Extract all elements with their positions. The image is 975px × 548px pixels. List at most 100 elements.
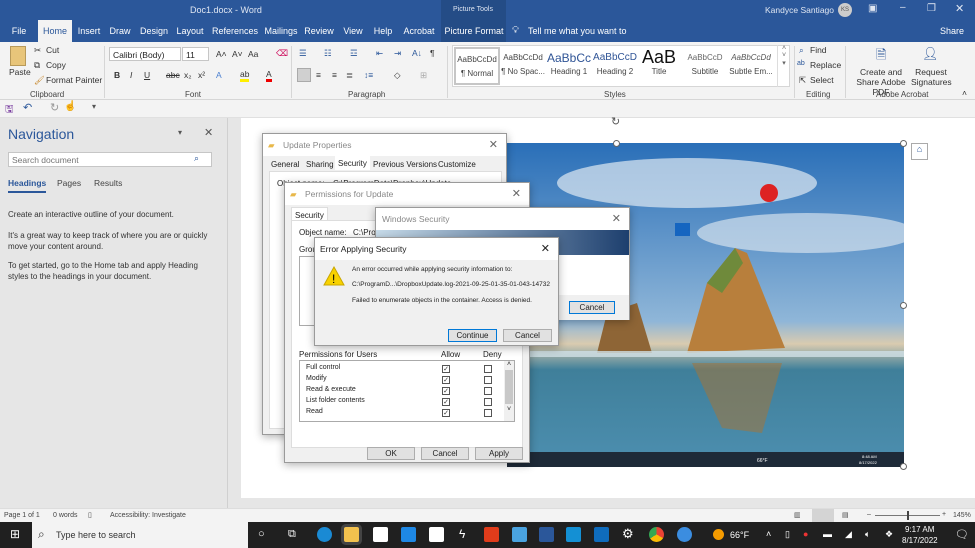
search-document-input[interactable] [8, 152, 212, 167]
allow-checkbox[interactable]: ✓ [442, 398, 450, 406]
continue-button[interactable]: Continue [448, 329, 497, 342]
tab-references[interactable]: References [210, 20, 260, 42]
proofing-icon[interactable]: ▯ [88, 511, 92, 519]
clear-formatting-icon[interactable]: ⌫ [276, 48, 288, 59]
notifications-icon[interactable]: 🗨︎ [955, 528, 969, 541]
chrome-icon[interactable] [649, 527, 664, 542]
style-normal[interactable]: AaBbCcDd ¶ Normal [454, 47, 500, 85]
paste-button[interactable]: Paste [9, 67, 31, 77]
styles-scroll[interactable]: ˄ ˅ ▾ [777, 45, 790, 87]
style-subtle-emphasis[interactable]: AaBbCcDd Subtle Em... [728, 47, 774, 85]
deny-checkbox[interactable] [484, 387, 492, 395]
share-button[interactable]: Share [932, 20, 972, 42]
page-count[interactable]: Page 1 of 1 [4, 512, 40, 519]
strikethrough-icon[interactable]: abc [166, 70, 180, 80]
pilcrow-icon[interactable]: ¶ [430, 48, 435, 58]
accessibility-status[interactable]: Accessibility: Investigate [110, 512, 186, 519]
resize-handle[interactable] [900, 302, 907, 309]
tab-general[interactable]: General [271, 160, 299, 169]
allow-checkbox[interactable]: ✓ [442, 387, 450, 395]
replace-button[interactable]: Replace [810, 60, 841, 70]
tab-picture-format[interactable]: Picture Format [443, 20, 505, 42]
subscript-icon[interactable]: x₂ [184, 70, 192, 80]
app-icon[interactable]: ϟ [459, 527, 465, 541]
avatar[interactable]: KS [838, 3, 852, 17]
show-hidden-icons[interactable]: ˄ [766, 529, 771, 539]
shrink-font-icon[interactable]: A˅ [232, 49, 243, 59]
word-icon[interactable] [539, 527, 554, 542]
resize-handle[interactable] [900, 463, 907, 470]
outlook-icon[interactable] [594, 527, 609, 542]
taskbar-search[interactable]: ⌕ Type here to search [32, 522, 248, 548]
tab-headings[interactable]: Headings [8, 178, 47, 193]
amazon-icon[interactable] [429, 527, 444, 542]
bold-icon[interactable]: B [114, 70, 120, 80]
justify-icon[interactable]: ≣ [346, 70, 353, 81]
cancel-button[interactable]: Cancel [421, 447, 469, 460]
style-heading-2[interactable]: AaBbCcD Heading 2 [592, 47, 638, 85]
print-layout-icon[interactable] [812, 509, 834, 522]
text-effects-icon[interactable]: A [216, 70, 222, 80]
deny-checkbox[interactable] [484, 409, 492, 417]
cancel-button[interactable]: Cancel [569, 301, 615, 314]
tab-help[interactable]: Help [370, 20, 396, 42]
allow-checkbox[interactable]: ✓ [442, 376, 450, 384]
zoom-level[interactable]: 145% [953, 512, 971, 519]
close-button[interactable]: ✕ [955, 2, 964, 15]
allow-checkbox[interactable]: ✓ [442, 409, 450, 417]
scrollbar[interactable]: ˄ ˅ [504, 361, 514, 421]
tab-customize[interactable]: Customize [438, 160, 476, 169]
align-center-icon[interactable]: ≡ [316, 70, 321, 80]
clock-time[interactable]: 9:17 AM [905, 525, 934, 534]
format-painter-button[interactable]: Format Painter [46, 75, 102, 85]
tray-icon[interactable]: ● [803, 529, 808, 539]
increase-indent-icon[interactable]: ⇥ [394, 48, 401, 59]
grow-font-icon[interactable]: A˄ [216, 49, 227, 59]
copy-button[interactable]: Copy [46, 60, 66, 70]
zoom-out-button[interactable]: – [867, 511, 871, 518]
tab-draw[interactable]: Draw [106, 20, 134, 42]
ok-button[interactable]: OK [367, 447, 415, 460]
numbering-icon[interactable]: ☷ [324, 48, 332, 59]
tray-icon[interactable]: ▯ [785, 529, 790, 540]
tab-pages[interactable]: Pages [57, 178, 81, 188]
style-heading-1[interactable]: AaBbCc Heading 1 [546, 47, 592, 85]
request-signatures-button[interactable]: Request Signatures [911, 67, 952, 87]
superscript-icon[interactable]: x² [198, 70, 205, 80]
layout-options-icon[interactable]: ⌂ [911, 143, 928, 160]
tab-review[interactable]: Review [304, 20, 334, 42]
borders-icon[interactable]: ⊞ [420, 70, 427, 81]
deny-checkbox[interactable] [484, 365, 492, 373]
tab-mailings[interactable]: Mailings [262, 20, 300, 42]
windows-start-icon[interactable]: ⊞ [10, 527, 20, 541]
task-view-icon[interactable]: ⧉ [288, 528, 296, 541]
office-icon[interactable] [484, 527, 499, 542]
zoom-slider-thumb[interactable] [907, 511, 909, 520]
align-right-icon[interactable]: ≡ [332, 70, 337, 80]
file-explorer-icon[interactable] [344, 527, 359, 542]
decrease-indent-icon[interactable]: ⇤ [376, 48, 383, 59]
tab-acrobat[interactable]: Acrobat [400, 20, 438, 42]
resize-handle[interactable] [613, 140, 620, 147]
bullets-icon[interactable]: ☰ [299, 48, 307, 59]
tab-sharing[interactable]: Sharing [306, 160, 334, 169]
font-family-select[interactable]: Calibri (Body) [109, 47, 181, 61]
read-mode-icon[interactable]: ▥ [794, 511, 801, 519]
tab-previous-versions[interactable]: Previous Versions [373, 160, 437, 169]
tab-security[interactable]: Security [291, 207, 328, 221]
resize-handle[interactable] [900, 140, 907, 147]
highlight-icon[interactable]: ab [240, 69, 250, 82]
allow-checkbox[interactable]: ✓ [442, 365, 450, 373]
web-layout-icon[interactable]: ▤ [842, 511, 849, 519]
app-icon[interactable] [677, 527, 692, 542]
close-icon[interactable]: ✕ [512, 183, 521, 205]
font-color-icon[interactable]: A [266, 69, 272, 82]
dropbox-icon[interactable]: ❖ [885, 529, 893, 540]
ribbon-display-icon[interactable]: ▣ [868, 3, 877, 14]
select-button[interactable]: Select [810, 75, 834, 85]
deny-checkbox[interactable] [484, 376, 492, 384]
store-icon[interactable] [373, 527, 388, 542]
zoom-in-button[interactable]: + [942, 511, 946, 518]
tab-security[interactable]: Security [335, 156, 370, 170]
close-pane-icon[interactable]: ✕ [204, 126, 213, 139]
